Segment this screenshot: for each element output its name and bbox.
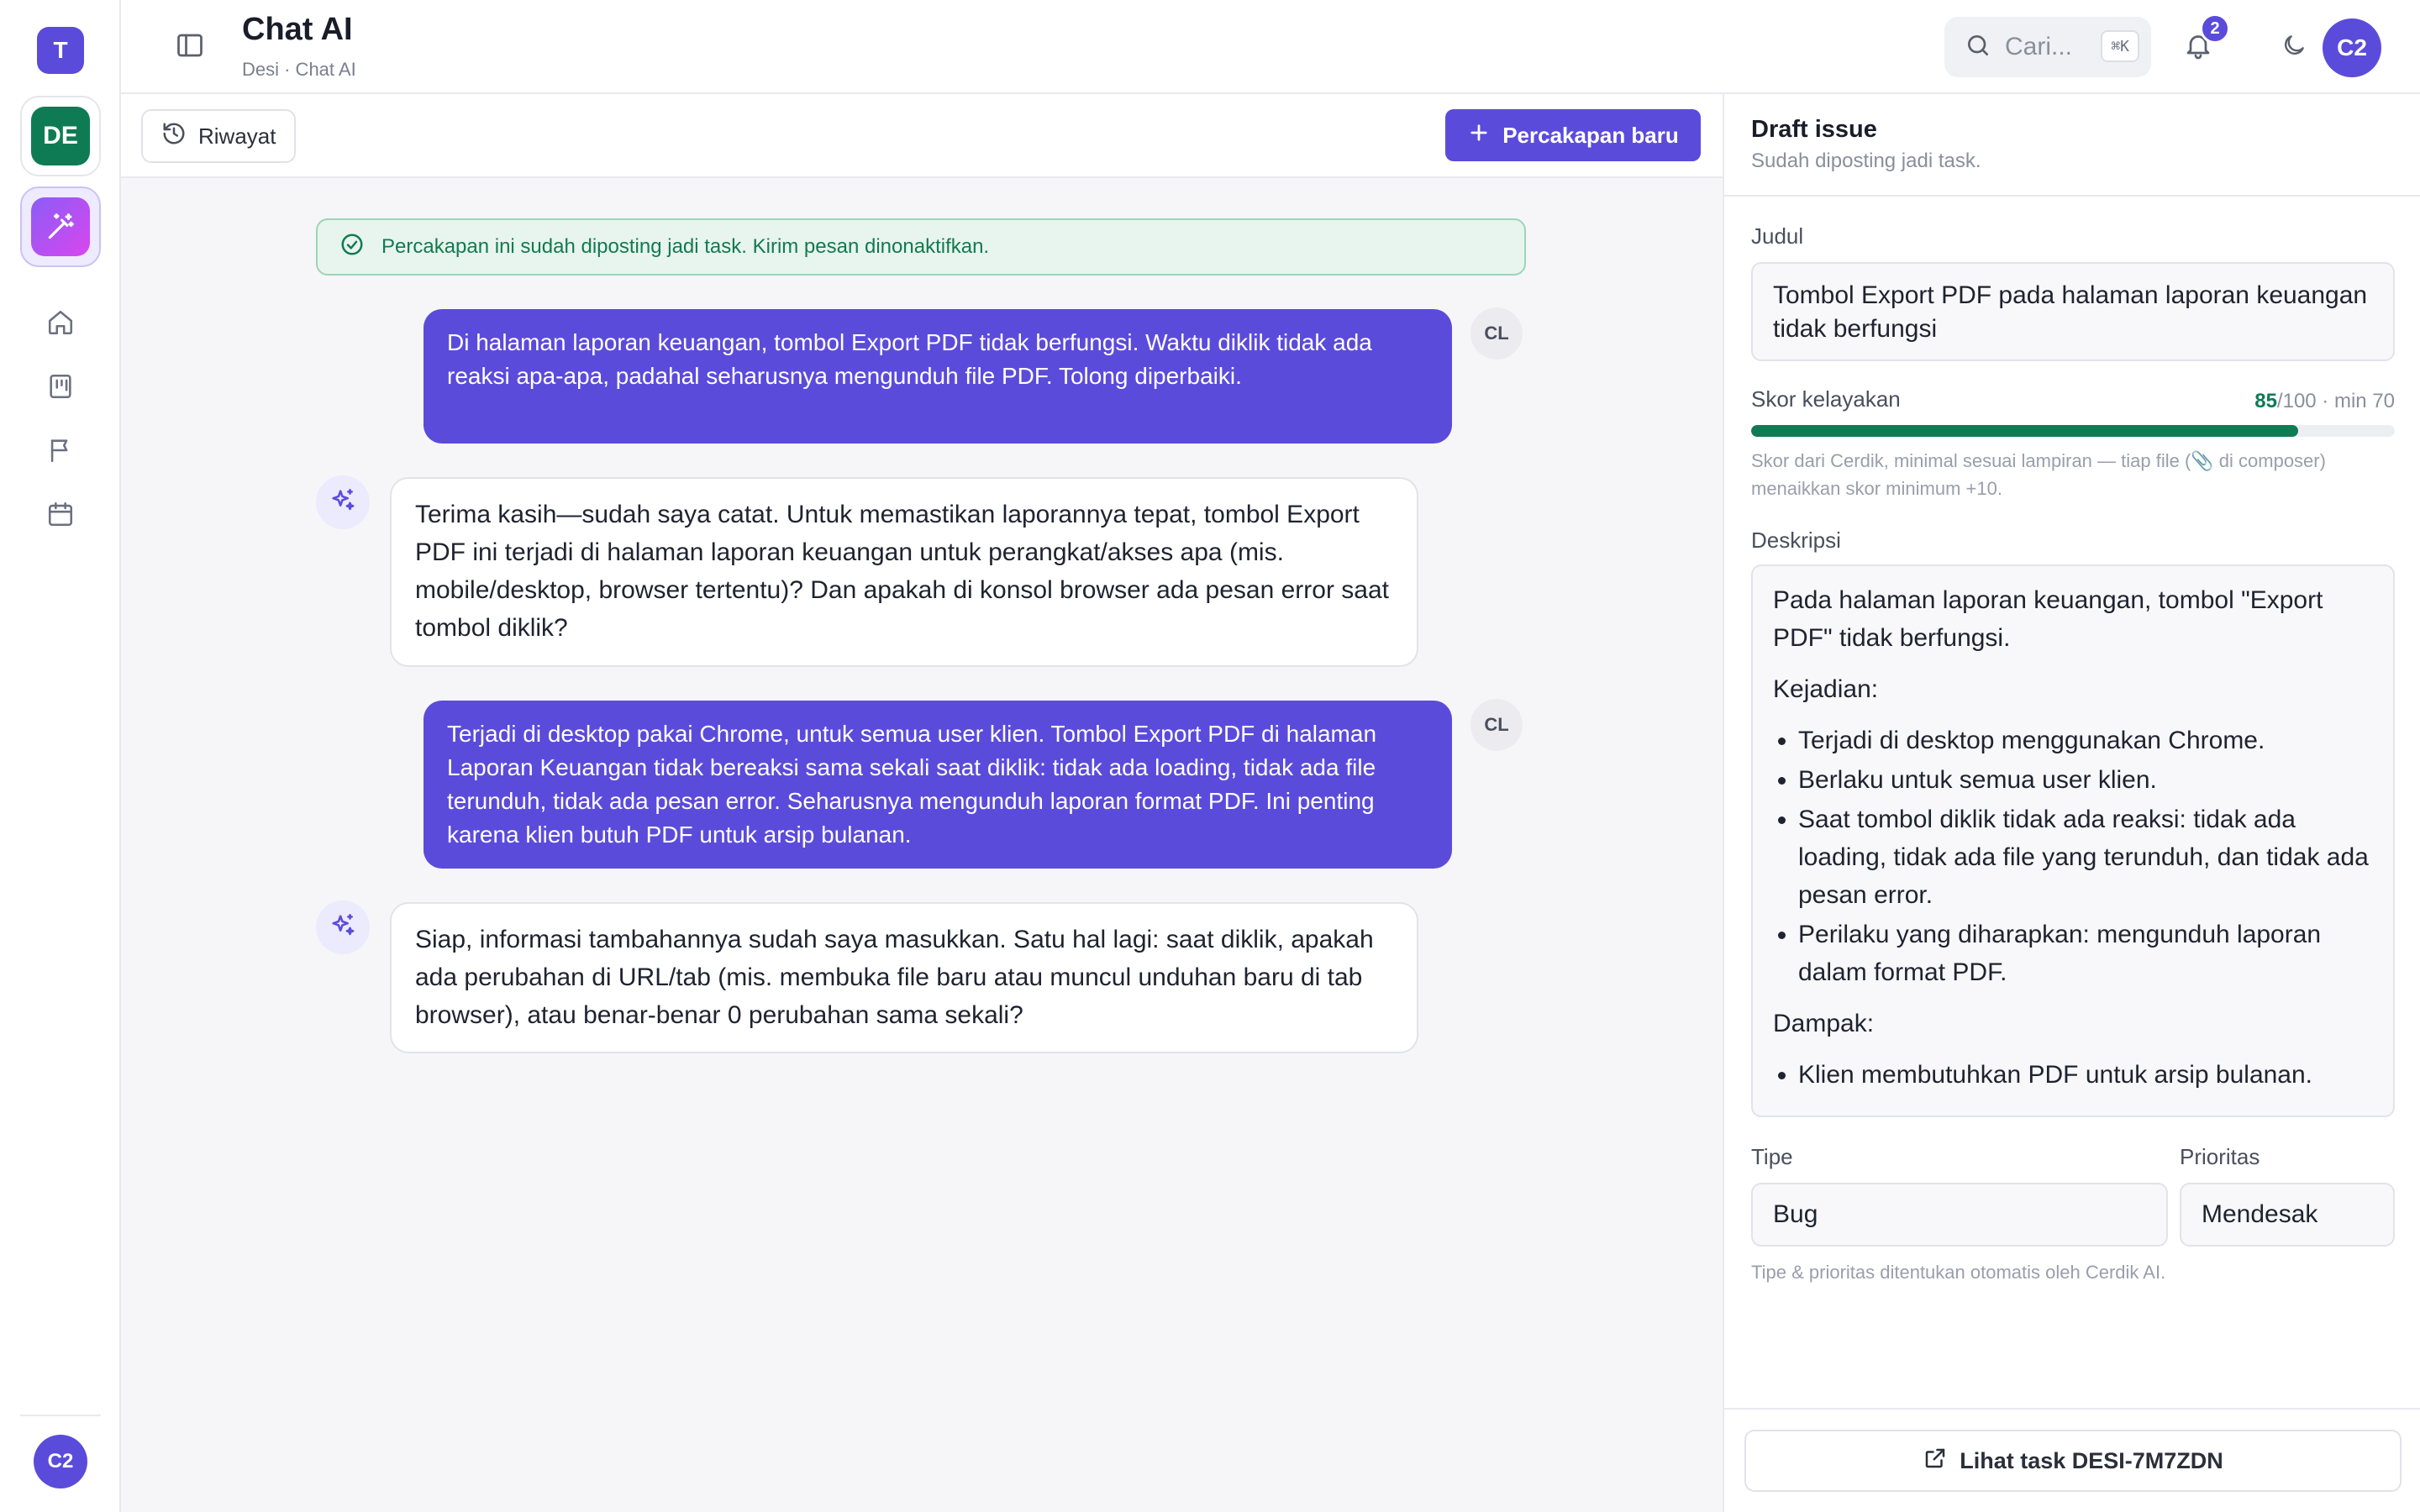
score-bar-fill: [1751, 425, 2299, 437]
description-section-heading: Dampak:: [1773, 1010, 1875, 1037]
auto-classify-hint: Tipe & prioritas ditentukan otomatis ole…: [1751, 1262, 2166, 1283]
description-field[interactable]: Pada halaman laporan keuangan, tombol "E…: [1751, 564, 2395, 1117]
notice-text: Percakapan ini sudah diposting jadi task…: [381, 235, 990, 258]
rail-divider: [20, 1415, 101, 1416]
description-list: Terjadi di desktop menggunakan Chrome. B…: [1798, 722, 2373, 991]
description-intro: Pada halaman laporan keuangan, tombol "E…: [1773, 586, 2323, 652]
chat-area: Riwayat Percakapan baru Percakapan ini s…: [121, 94, 1723, 1512]
user-message: Terjadi di desktop pakai Chrome, untuk s…: [424, 701, 1452, 869]
user-message-avatar: CL: [1470, 699, 1523, 751]
app-rail: T DE C2: [0, 0, 121, 1512]
score-label: Skor kelayakan: [1751, 386, 1901, 412]
sidebar-toggle-button[interactable]: [171, 29, 208, 66]
history-icon: [161, 121, 187, 152]
assistant-avatar: [316, 900, 370, 954]
user-message-avatar: CL: [1470, 307, 1523, 360]
score-value: 85/100 · min 70: [2254, 390, 2395, 413]
score-hint: Skor dari Cerdik, minimal sesuai lampira…: [1751, 450, 2326, 499]
new-chat-label: Percakapan baru: [1502, 122, 1679, 148]
app-logo[interactable]: T: [37, 27, 84, 74]
score-number: 85: [2254, 390, 2277, 412]
posted-notice: Percakapan ini sudah diposting jadi task…: [316, 218, 1526, 276]
view-task-label: Lihat task DESI-7M7ZDN: [1960, 1447, 2223, 1473]
priority-field[interactable]: Mendesak: [2180, 1183, 2395, 1247]
new-chat-button[interactable]: Percakapan baru: [1445, 109, 1701, 161]
history-label: Riwayat: [198, 123, 276, 149]
external-link-icon: [1923, 1446, 1948, 1477]
search-icon: [1965, 32, 1991, 63]
description-section-heading: Kejadian:: [1773, 675, 1879, 703]
assistant-message: Siap, informasi tambahannya sudah saya m…: [390, 902, 1418, 1053]
rail-user-avatar[interactable]: C2: [34, 1435, 87, 1488]
magic-wand-icon: [31, 197, 90, 256]
assistant-avatar: [316, 475, 370, 529]
view-task-button[interactable]: Lihat task DESI-7M7ZDN: [1744, 1430, 2402, 1492]
panel-divider: [1724, 195, 2420, 197]
notification-badge: 2: [2200, 13, 2230, 44]
nav-issues[interactable]: [42, 433, 79, 470]
home-icon: [46, 308, 75, 341]
list-item: Saat tombol diklik tidak ada reaksi: tid…: [1798, 801, 2373, 914]
search-shortcut: ⌘K: [2101, 30, 2139, 62]
panel-footer-divider: [1724, 1408, 2420, 1410]
draft-issue-panel: Draft issue Sudah diposting jadi task. J…: [1723, 94, 2420, 1512]
list-item: Perilaku yang diharapkan: mengunduh lapo…: [1798, 916, 2373, 991]
score-bar: [1751, 425, 2395, 437]
user-avatar[interactable]: C2: [2323, 18, 2381, 77]
moon-icon: [2281, 32, 2307, 63]
flag-icon: [46, 436, 75, 469]
page-title: Chat AI: [242, 12, 353, 47]
calendar-icon: [46, 500, 75, 533]
panel-title: Draft issue: [1751, 116, 1877, 143]
score-row: Skor kelayakan 85/100 · min 70: [1751, 386, 2395, 417]
type-label: Tipe: [1751, 1144, 1793, 1169]
list-item: Berlaku untuk semua user klien.: [1798, 761, 2373, 799]
priority-label: Prioritas: [2180, 1144, 2260, 1169]
title-field[interactable]: Tombol Export PDF pada halaman laporan k…: [1751, 262, 2395, 361]
sparkles-icon: [329, 911, 357, 944]
list-item: Terjadi di desktop menggunakan Chrome.: [1798, 722, 2373, 759]
history-button[interactable]: Riwayat: [141, 109, 297, 163]
assistant-message: Terima kasih—sudah saya catat. Untuk mem…: [390, 477, 1418, 667]
title-label: Judul: [1751, 223, 1804, 249]
score-suffix: /100 · min 70: [2276, 390, 2395, 412]
search-placeholder: Cari...: [2005, 33, 2073, 60]
panel-subtitle: Sudah diposting jadi task.: [1751, 150, 1981, 172]
board-icon: [46, 372, 75, 405]
workspace-initials: DE: [31, 107, 90, 165]
breadcrumb: Desi · Chat AI: [242, 59, 356, 80]
check-circle-icon: [339, 232, 365, 263]
top-header: Chat AI Desi · Chat AI Cari... ⌘K 2 C2: [121, 0, 2420, 94]
theme-toggle-button[interactable]: [2274, 27, 2314, 67]
chat-toolbar: Riwayat Percakapan baru: [121, 94, 1723, 178]
plus-icon: [1467, 121, 1491, 150]
list-item: Klien membutuhkan PDF untuk arsip bulana…: [1798, 1056, 2373, 1094]
description-list: Klien membutuhkan PDF untuk arsip bulana…: [1798, 1056, 2373, 1094]
sidebar-icon: [175, 30, 205, 65]
nav-board[interactable]: [42, 370, 79, 407]
workspace-chat-ai[interactable]: [20, 186, 101, 267]
nav-calendar[interactable]: [42, 497, 79, 534]
search-button[interactable]: Cari... ⌘K: [1944, 17, 2151, 77]
nav-home[interactable]: [42, 306, 79, 343]
type-field[interactable]: Bug: [1751, 1183, 2168, 1247]
description-label: Deskripsi: [1751, 528, 1841, 553]
user-message: Di halaman laporan keuangan, tombol Expo…: [424, 309, 1452, 444]
workspace-switcher-de[interactable]: DE: [20, 96, 101, 176]
sparkles-icon: [329, 486, 357, 519]
